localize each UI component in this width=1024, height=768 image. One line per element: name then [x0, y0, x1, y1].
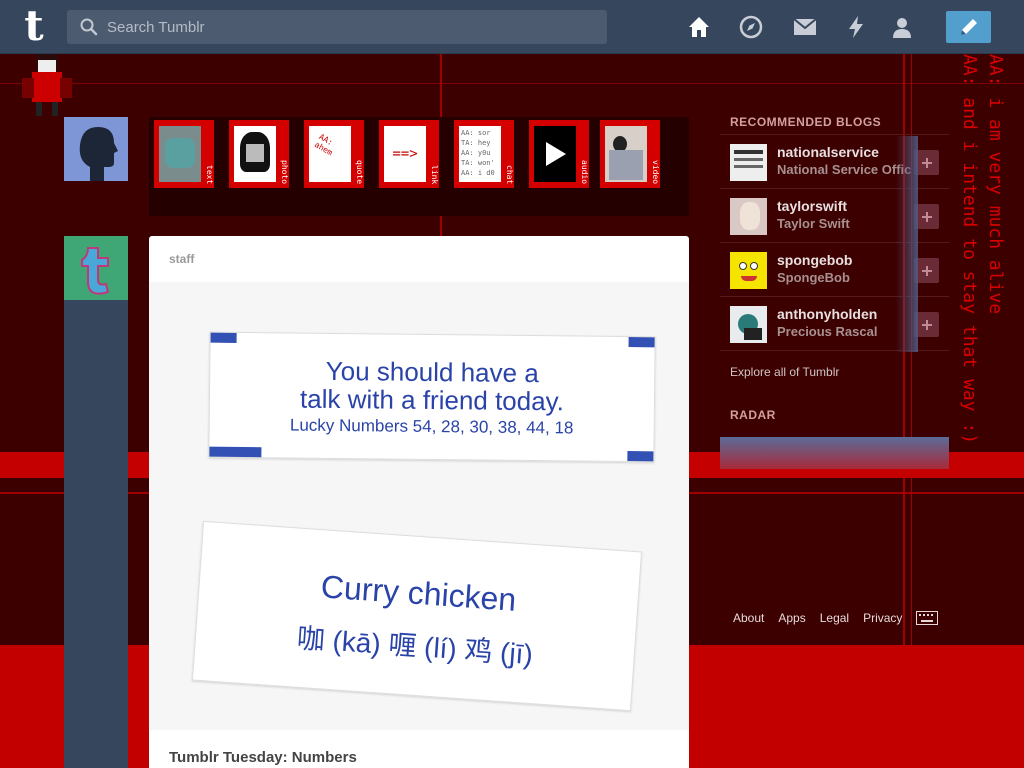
- silhouette-icon: [79, 127, 118, 181]
- post-type-label: audio: [580, 159, 589, 184]
- post-type-label: quote: [355, 159, 364, 184]
- plus-icon: [921, 319, 932, 330]
- recommended-blogs-heading: RECOMMENDED BLOGS: [720, 110, 949, 135]
- keyboard-icon[interactable]: [916, 611, 939, 625]
- post-photo-button[interactable]: photo: [229, 120, 289, 188]
- chat-post-thumbnail: AA: sor TA: hey AA: y0u TA: won' AA: i d…: [459, 126, 501, 182]
- plus-icon: [921, 157, 932, 168]
- pencil-icon: [960, 19, 977, 35]
- blog-name[interactable]: spongebob: [777, 252, 852, 268]
- search-input[interactable]: [107, 18, 587, 36]
- footer-link-apps[interactable]: Apps: [778, 611, 805, 625]
- blog-name[interactable]: nationalservice: [777, 144, 879, 160]
- staff-sidebar-rail: [64, 300, 128, 768]
- explore-link[interactable]: Explore all of Tumblr: [720, 351, 949, 403]
- lucky-numbers: Lucky Numbers 54, 28, 30, 38, 44, 18: [289, 415, 574, 438]
- tumblr-logo[interactable]: t: [14, 5, 54, 48]
- post-type-label: video: [651, 159, 660, 184]
- post-video-button[interactable]: video: [600, 120, 660, 188]
- post-text-button[interactable]: text: [154, 120, 214, 188]
- link-post-thumbnail: ==>: [384, 126, 426, 182]
- post-title: Tumblr Tuesday: Numbers: [169, 749, 357, 766]
- play-icon: [546, 142, 566, 166]
- search-bar[interactable]: [67, 10, 607, 44]
- blog-avatar[interactable]: [730, 252, 767, 289]
- post-type-label: photo: [280, 159, 289, 184]
- blog-avatar[interactable]: [730, 198, 767, 235]
- user-avatar[interactable]: [64, 117, 128, 181]
- blog-title: Taylor Swift: [777, 216, 850, 231]
- radar-post[interactable]: [720, 437, 949, 469]
- fortune-slip: You should have a talk with a friend tod…: [208, 331, 656, 463]
- post-type-label: chat: [505, 164, 514, 184]
- search-icon: [80, 18, 98, 36]
- audio-post-thumbnail: [534, 126, 576, 182]
- blog-name[interactable]: taylorswift: [777, 198, 847, 214]
- inbox-icon[interactable]: [792, 14, 818, 40]
- right-sidebar: RECOMMENDED BLOGS nationalservice Nation…: [720, 110, 949, 469]
- post-type-label: text: [205, 164, 214, 184]
- footer-link-legal[interactable]: Legal: [820, 611, 849, 625]
- text-post-thumbnail: [159, 126, 201, 182]
- background-stripe: [0, 83, 1024, 84]
- account-icon[interactable]: [889, 14, 915, 40]
- blog-avatar[interactable]: [730, 144, 767, 181]
- blog-name[interactable]: anthonyholden: [777, 306, 877, 322]
- dashboard-post: staff You should have a talk with a frie…: [149, 236, 689, 768]
- post-audio-button[interactable]: audio: [529, 120, 589, 188]
- fortune-slip-back: Curry chicken 咖 (kā) 喱 (lí) 鸡 (jī): [191, 520, 643, 712]
- theme-handwritten-text: AA: i am very much alive AA: and i inten…: [959, 54, 1006, 445]
- post-chat-button[interactable]: AA: sor TA: hey AA: y0u TA: won' AA: i d…: [454, 120, 514, 188]
- plus-icon: [921, 265, 932, 276]
- blog-title: SpongeBob: [777, 270, 850, 285]
- top-navigation-bar: t: [0, 0, 1024, 54]
- activity-icon[interactable]: [843, 14, 869, 40]
- sidebar-scroll-fade: [896, 136, 918, 352]
- fortune-text: talk with a friend today.: [299, 383, 565, 417]
- footer-link-privacy[interactable]: Privacy: [863, 611, 902, 625]
- staff-avatar[interactable]: [64, 236, 128, 300]
- character-sprite: [22, 54, 72, 116]
- post-photo[interactable]: You should have a talk with a friend tod…: [149, 282, 689, 730]
- video-post-thumbnail: [605, 126, 647, 182]
- radar-heading: RADAR: [730, 408, 776, 422]
- photo-post-thumbnail: [234, 126, 276, 182]
- post-type-label: link: [430, 164, 439, 184]
- compose-button[interactable]: [946, 11, 991, 43]
- post-author[interactable]: staff: [169, 252, 194, 266]
- plus-icon: [921, 211, 932, 222]
- home-icon[interactable]: [686, 14, 712, 40]
- quote-post-thumbnail: AA: ahem: [309, 126, 351, 182]
- tumblr-t-icon: [81, 247, 110, 295]
- blog-avatar[interactable]: [730, 306, 767, 343]
- post-quote-button[interactable]: AA: ahem quote: [304, 120, 364, 188]
- footer-link-about[interactable]: About: [733, 611, 764, 625]
- footer-links: About Apps Legal Privacy: [733, 611, 939, 625]
- blog-title: National Service Offic: [777, 162, 911, 177]
- post-link-button[interactable]: ==> link: [379, 120, 439, 188]
- explore-icon[interactable]: [738, 14, 764, 40]
- post-type-bar: text photo AA: ahem quote ==> link AA: s…: [149, 117, 689, 216]
- blog-title: Precious Rascal: [777, 324, 878, 339]
